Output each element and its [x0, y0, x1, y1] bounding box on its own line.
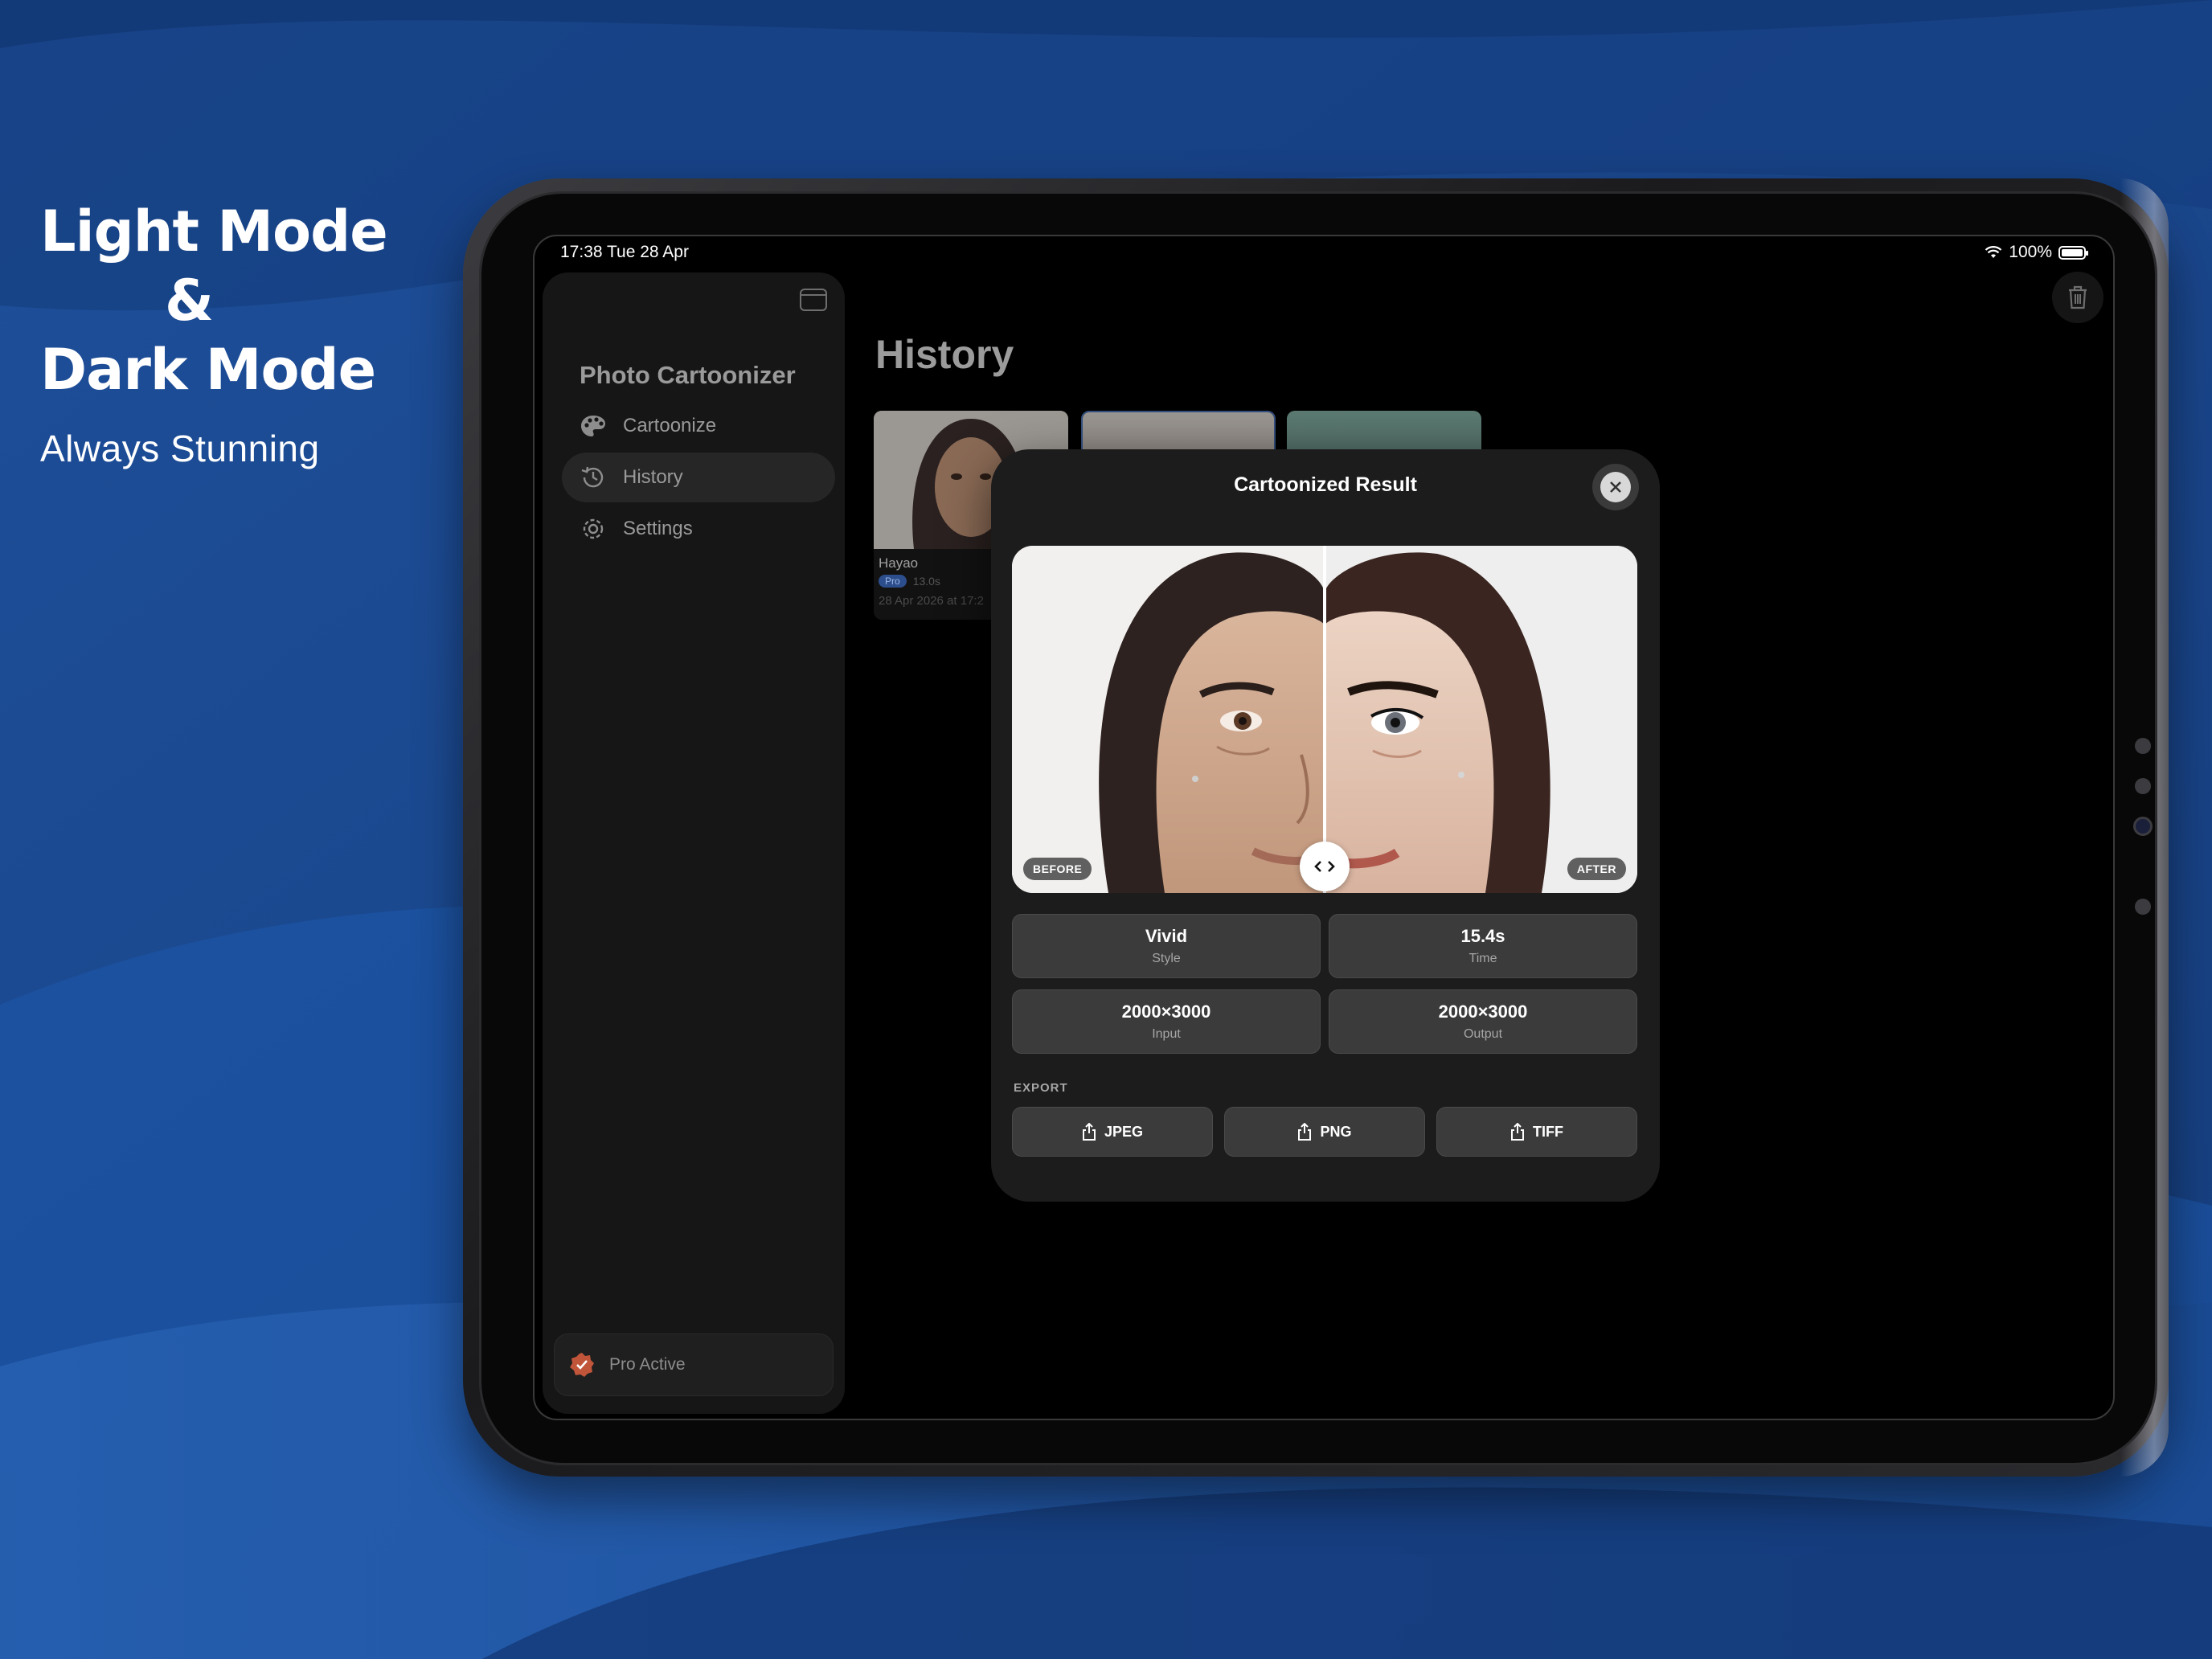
stat-time: 15.4s Time: [1329, 914, 1637, 978]
battery-icon: [2058, 245, 2088, 260]
after-image: [1325, 546, 1637, 893]
export-tiff-button[interactable]: TIFF: [1436, 1107, 1637, 1157]
status-right: 100%: [1985, 243, 2088, 262]
sidebar-item-settings[interactable]: Settings: [562, 504, 835, 554]
chevron-left-right-icon: [1314, 861, 1335, 872]
before-after-comparison[interactable]: BEFORE AFTER: [1012, 546, 1637, 893]
device-camera-dot: [2135, 738, 2151, 754]
delete-all-button[interactable]: [2052, 272, 2103, 323]
sidebar-item-label: Cartoonize: [623, 415, 717, 436]
palette-icon: [580, 412, 607, 440]
sidebar: Photo Cartoonizer Cartoonize History Set…: [543, 272, 845, 1414]
export-section-label: EXPORT: [1014, 1081, 1068, 1095]
stat-value: Vivid: [1145, 926, 1188, 946]
sidebar-toggle-icon[interactable]: [800, 289, 827, 311]
modal-title: Cartoonized Result: [1234, 473, 1417, 496]
promo-text: Light Mode & Dark Mode Always Stunning: [40, 197, 388, 470]
stat-value: 2000×3000: [1121, 1002, 1211, 1022]
sidebar-nav: Cartoonize History Settings: [562, 401, 835, 555]
close-button[interactable]: [1592, 464, 1639, 510]
battery-percent: 100%: [2009, 243, 2052, 261]
close-icon: [1600, 472, 1631, 502]
stat-value: 15.4s: [1460, 926, 1505, 946]
stat-style: Vivid Style: [1012, 914, 1321, 978]
result-stats: Vivid Style 15.4s Time 2000×3000 Input 2…: [1012, 914, 1637, 1054]
sidebar-item-label: History: [623, 466, 683, 488]
stat-label: Input: [1152, 1027, 1181, 1041]
status-time: 17:38 Tue 28 Apr: [560, 243, 689, 261]
export-label: JPEG: [1104, 1123, 1144, 1140]
pro-badge: Pro: [879, 575, 907, 588]
comparison-slider-handle[interactable]: [1300, 842, 1350, 891]
verified-badge-icon: [570, 1353, 594, 1377]
stat-output: 2000×3000 Output: [1329, 989, 1637, 1054]
export-png-button[interactable]: PNG: [1224, 1107, 1425, 1157]
share-icon: [1511, 1123, 1524, 1141]
export-label: PNG: [1320, 1123, 1352, 1140]
promo-subtitle: Always Stunning: [40, 428, 320, 469]
promo-line-3: Dark Mode: [40, 337, 376, 403]
share-icon: [1298, 1123, 1312, 1141]
export-label: TIFF: [1533, 1123, 1563, 1140]
device-camera-dot: [2135, 778, 2151, 794]
result-modal: Cartoonized Result BEFORE AFTER Vivid St…: [991, 449, 1660, 1202]
trash-icon: [2069, 285, 2087, 309]
history-style-label: Hayao: [879, 555, 919, 571]
page-title: History: [875, 332, 1014, 377]
promo-line-2: &: [165, 268, 215, 334]
history-duration: 13.0s: [912, 575, 940, 588]
sidebar-item-cartoonize[interactable]: Cartoonize: [562, 401, 835, 451]
gear-icon: [580, 515, 607, 543]
status-bar: 17:38 Tue 28 Apr 100%: [535, 236, 2113, 268]
device-camera-dot: [2135, 899, 2151, 915]
stat-label: Output: [1463, 1027, 1503, 1041]
share-icon: [1082, 1123, 1096, 1141]
before-image: [1012, 546, 1325, 893]
clock-history-icon: [580, 464, 607, 491]
app-title: Photo Cartoonizer: [580, 361, 796, 389]
app-screen: 17:38 Tue 28 Apr 100% Photo Cartoonizer: [533, 235, 2115, 1420]
sidebar-item-history[interactable]: History: [562, 453, 835, 502]
pro-active-status[interactable]: Pro Active: [554, 1333, 834, 1396]
pro-status-label: Pro Active: [609, 1355, 686, 1374]
wifi-icon: [1985, 246, 2002, 258]
export-jpeg-button[interactable]: JPEG: [1012, 1107, 1213, 1157]
export-buttons: JPEG PNG TIFF: [1012, 1107, 1637, 1157]
history-meta: Pro 13.0s: [879, 575, 940, 588]
stat-input: 2000×3000 Input: [1012, 989, 1321, 1054]
promo-line-1: Light Mode: [40, 199, 388, 264]
stat-value: 2000×3000: [1438, 1002, 1528, 1022]
stat-label: Time: [1469, 952, 1497, 965]
before-label: BEFORE: [1023, 858, 1092, 880]
after-label: AFTER: [1567, 858, 1626, 880]
history-date: 28 Apr 2026 at 17:2: [879, 594, 984, 608]
device-camera-icon: [2133, 817, 2153, 836]
stat-label: Style: [1152, 952, 1181, 965]
sidebar-item-label: Settings: [623, 518, 693, 539]
